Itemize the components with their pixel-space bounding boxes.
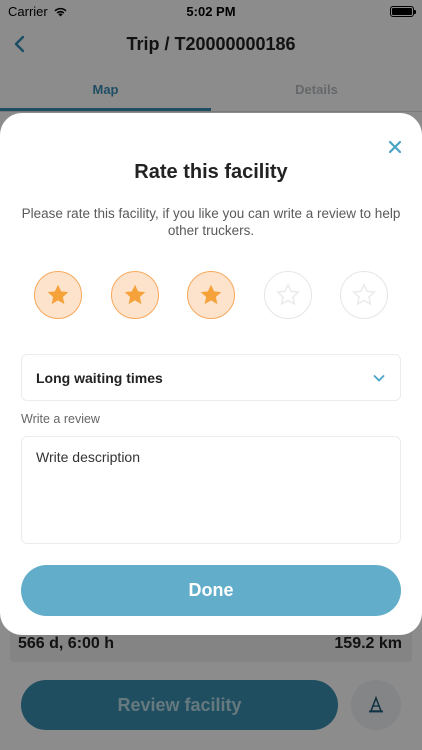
done-label: Done [188,580,234,600]
star-rating [34,271,388,321]
star-5[interactable] [340,271,388,319]
done-button[interactable]: Done [21,565,401,616]
chevron-down-icon [373,374,385,381]
reason-dropdown[interactable]: Long waiting times [21,354,401,401]
close-icon [388,140,402,154]
modal-title: Rate this facility [134,161,288,183]
star-outline-icon [352,283,376,306]
star-4[interactable] [263,271,312,319]
star-2[interactable] [110,271,159,319]
star-3[interactable] [187,271,235,319]
star-1[interactable] [34,271,82,319]
star-outline-icon [275,283,300,306]
close-button[interactable] [386,139,404,157]
star-filled-icon [47,284,69,305]
modal-description: Please rate this facility, if you like y… [21,206,401,238]
star-filled-icon [124,284,145,305]
rate-facility-modal: Rate this facility Please rate this faci… [0,113,422,635]
reason-selected-value: Long waiting times [36,369,163,386]
star-filled-icon [200,284,222,305]
review-label: Write a review [21,412,100,426]
review-textarea[interactable] [21,436,401,544]
